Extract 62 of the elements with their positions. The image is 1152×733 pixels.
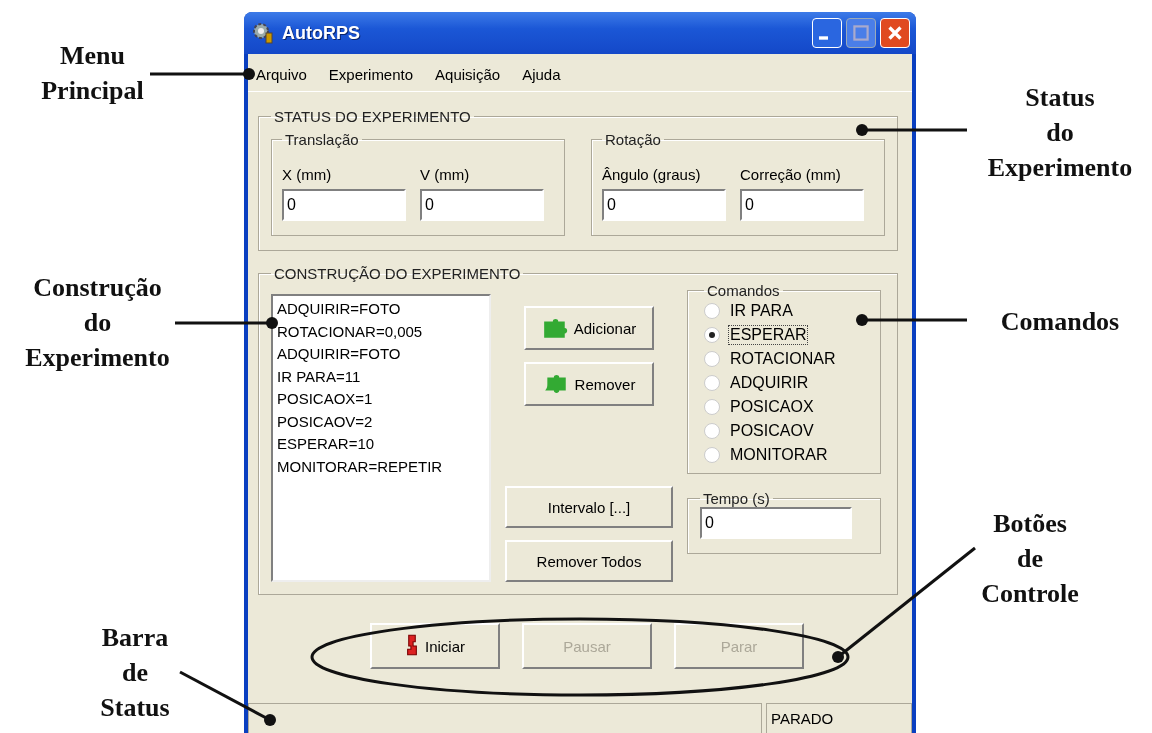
group-title: CONSTRUÇÃO DO EXPERIMENTO: [273, 265, 522, 282]
menu-item[interactable]: Arquivo: [256, 66, 307, 83]
input-field[interactable]: 0: [740, 189, 864, 221]
interval-button[interactable]: Intervalo [...]: [505, 486, 673, 528]
list-item[interactable]: POSICAOX=1: [277, 388, 485, 411]
callout-label: Status do Experimento: [986, 82, 1134, 184]
input-field[interactable]: 0: [602, 189, 726, 221]
input-field[interactable]: 0: [420, 189, 544, 221]
radio-option[interactable]: POSICAOX: [704, 395, 870, 419]
input-field[interactable]: 0: [282, 189, 406, 221]
list-item[interactable]: ROTACIONAR=0,005: [277, 320, 485, 343]
menu-item[interactable]: Ajuda: [522, 66, 561, 83]
list-item[interactable]: IR PARA=11: [277, 365, 485, 388]
callout-label: Menu Principal: [40, 40, 145, 107]
radio-option[interactable]: IR PARA: [704, 299, 870, 323]
list-item[interactable]: ADQUIRIR=FOTO: [277, 343, 485, 366]
input-field[interactable]: 0: [700, 507, 852, 539]
minimize-icon: [819, 36, 828, 40]
window-title: AutoRPS: [282, 22, 361, 44]
list-item[interactable]: ADQUIRIR=FOTO: [277, 298, 485, 321]
radio-button[interactable]: [704, 351, 720, 367]
radio-button[interactable]: [704, 447, 720, 463]
radio-option[interactable]: POSICAOV: [704, 419, 870, 443]
remove-all-button[interactable]: Remover Todos: [505, 540, 673, 582]
group-title: Rotação: [604, 131, 662, 148]
callout-label: Barra de Status: [99, 622, 171, 724]
gears-icon: [252, 21, 276, 45]
minimize-button[interactable]: [812, 18, 842, 48]
steps-list[interactable]: ADQUIRIR=FOTO ROTACIONAR=0,005 ADQUIRIR=FOTO IR PARA=11 POSICAOX=1 POSICAOV=2 ESPERAR=10 MONITORAR=REPETIR: [271, 294, 491, 582]
group-title: Tempo (s): [702, 490, 771, 507]
radio-button[interactable]: [704, 399, 720, 415]
radio-option[interactable]: ROTACIONAR: [704, 347, 870, 371]
field-label: Ângulo (graus): [602, 166, 702, 183]
callout-label: Comandos: [999, 306, 1121, 338]
radio-option[interactable]: ADQUIRIR: [704, 371, 870, 395]
radio-button[interactable]: [704, 303, 720, 319]
radio-button[interactable]: [704, 375, 720, 391]
maximize-icon: [850, 22, 872, 44]
puzzle-icon: [541, 317, 568, 339]
status-text: PARADO: [766, 703, 912, 733]
radio-button[interactable]: [704, 423, 720, 439]
field-label: V (mm): [420, 166, 471, 183]
menu-item[interactable]: Aquisição: [435, 66, 501, 83]
field-label: Correção (mm): [740, 166, 842, 183]
puzzle-icon: [542, 373, 569, 395]
group-title: Comandos: [706, 282, 781, 299]
radio-option[interactable]: ESPERAR: [704, 323, 870, 347]
radio-option[interactable]: MONITORAR: [704, 443, 870, 467]
list-item[interactable]: ESPERAR=10: [277, 433, 485, 456]
close-button[interactable]: [880, 18, 910, 48]
group-title: Translação: [284, 131, 360, 148]
radio-button[interactable]: [704, 327, 720, 343]
add-button[interactable]: Adicionar: [524, 306, 654, 350]
callout-label: Construção do Experimento: [24, 272, 171, 374]
menu-item[interactable]: Experimento: [328, 66, 414, 83]
list-item[interactable]: POSICAOV=2: [277, 410, 485, 433]
remove-button[interactable]: Remover: [524, 362, 654, 406]
control-button[interactable]: Iniciar: [370, 623, 500, 669]
callout-label: Botões de Controle: [980, 508, 1080, 610]
group-title: STATUS DO EXPERIMENTO: [273, 108, 472, 125]
field-label: X (mm): [282, 166, 333, 183]
list-item[interactable]: MONITORAR=REPETIR: [277, 455, 485, 478]
